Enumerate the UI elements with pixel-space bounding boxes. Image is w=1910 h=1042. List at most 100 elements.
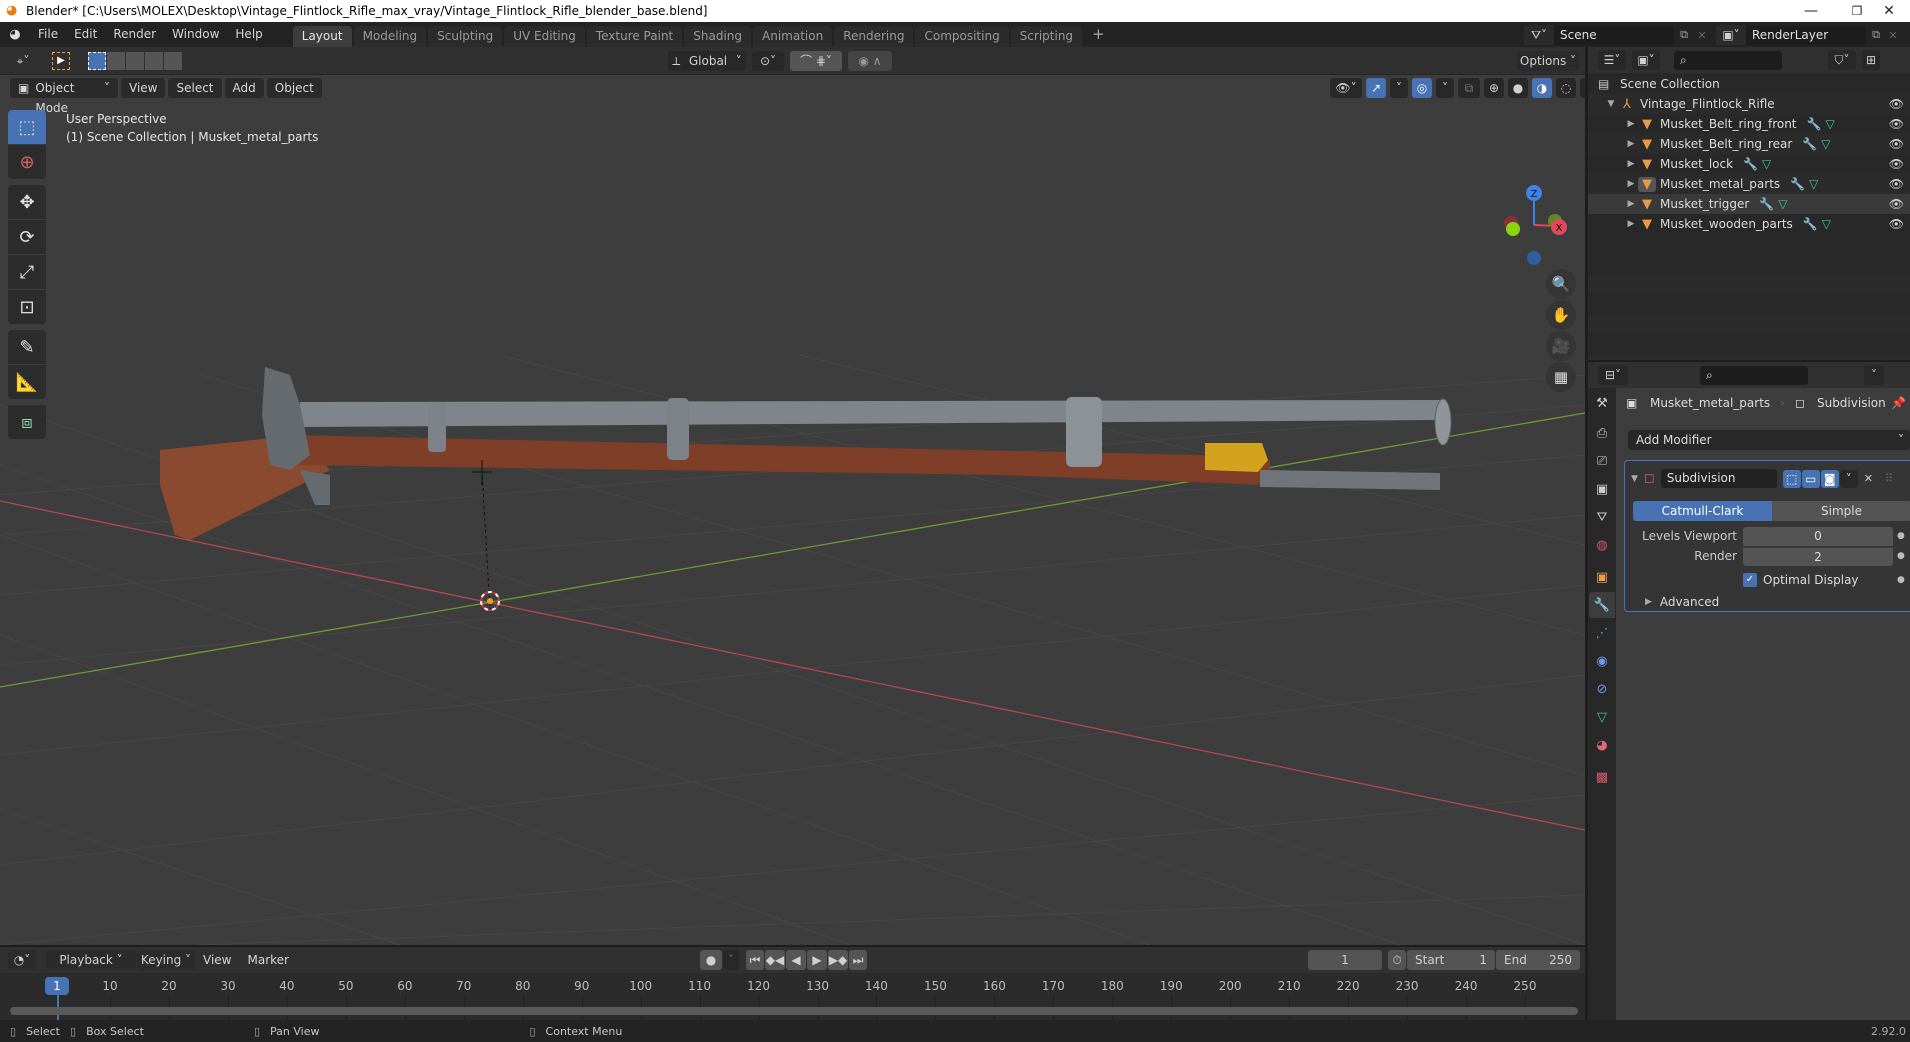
solid-shading-icon[interactable]: ●	[1508, 78, 1528, 98]
tab-scene-icon[interactable]: ⛛	[1589, 504, 1615, 530]
levels-viewport-field[interactable]: 0	[1743, 527, 1893, 546]
zoom-view-icon[interactable]: 🔍	[1546, 269, 1576, 299]
new-scene-icon[interactable]: ⧉	[1674, 28, 1694, 42]
mesh-data-icon[interactable]: ▽	[1825, 117, 1834, 131]
rendered-shading-icon[interactable]: ◌	[1556, 78, 1576, 98]
properties-search-input[interactable]: ⌕	[1700, 365, 1808, 385]
mesh-data-icon[interactable]: ▽	[1778, 197, 1787, 211]
viewport-menu-view[interactable]: View	[121, 77, 166, 98]
outliner-search-input[interactable]: ⌕	[1674, 50, 1782, 70]
tab-texture-paint[interactable]: Texture Paint	[586, 26, 683, 47]
renderlayer-name-field[interactable]: RenderLayer	[1746, 25, 1866, 45]
remove-modifier-icon[interactable]: ✕	[1864, 472, 1873, 485]
checkbox-checked-icon[interactable]: ✓	[1743, 573, 1757, 587]
mode-extend-icon[interactable]	[107, 52, 125, 70]
select-box-tool-icon[interactable]: ⬚	[8, 110, 46, 144]
expand-triangle-icon[interactable]: ▶	[1624, 179, 1638, 189]
menu-edit[interactable]: Edit	[66, 22, 105, 47]
timeline-frame-area[interactable]: 10 20 30 40 50 60 70 80 90 100 110 120 130 140 150 160 1…	[0, 973, 1585, 1022]
properties-options-icon[interactable]: ˅	[1864, 365, 1884, 385]
menu-file[interactable]: File	[30, 22, 66, 47]
scene-browse-icon[interactable]: ⛛˅	[1524, 25, 1554, 45]
mode-subtract-icon[interactable]	[126, 52, 144, 70]
visibility-eye-icon[interactable]: 👁	[1889, 177, 1904, 191]
edit-mode-toggle-icon[interactable]: ⬚	[1782, 469, 1801, 488]
tab-texture-icon[interactable]: ▩	[1589, 764, 1615, 790]
move-tool-icon[interactable]: ✥	[8, 185, 46, 219]
minimize-button[interactable]: —	[1788, 0, 1834, 22]
realtime-toggle-icon[interactable]: ▭	[1801, 469, 1820, 488]
tab-output-icon[interactable]: ⎚	[1589, 448, 1615, 474]
outliner-object-row[interactable]: ▶ ▼ Musket_Belt_ring_rear 🔧 ▽ 👁	[1588, 134, 1910, 154]
modifier-wrench-icon[interactable]: 🔧	[1790, 177, 1805, 191]
delete-view-layer-icon[interactable]: ✕	[1886, 29, 1900, 42]
gizmo-z-neg[interactable]	[1527, 251, 1541, 265]
tab-view-layer-icon[interactable]: ▣	[1589, 476, 1615, 502]
camera-view-icon[interactable]: 🎥	[1546, 331, 1576, 361]
tab-sculpting[interactable]: Sculpting	[428, 26, 503, 47]
properties-editor-type-icon[interactable]: ⊟˅	[1598, 365, 1628, 385]
menu-window[interactable]: Window	[164, 22, 227, 47]
simple-option[interactable]: Simple	[1772, 501, 1910, 521]
outliner-object-row-active[interactable]: ▶ ▼ Musket_metal_parts 🔧 ▽ 👁	[1588, 174, 1910, 194]
transform-tool-icon[interactable]: ⊡	[8, 290, 46, 324]
snap-toggle-icon[interactable]: ⌒ ⋕˅	[790, 51, 842, 71]
shading-dropdown-icon[interactable]: ˅	[1580, 78, 1585, 98]
outliner-scene-collection[interactable]: ▤ Scene Collection	[1588, 74, 1910, 94]
new-collection-icon[interactable]: ⊞	[1862, 50, 1880, 70]
tab-tool-icon[interactable]: ⚒	[1589, 390, 1615, 416]
panel-collapse-icon[interactable]: ▼	[1631, 474, 1638, 484]
mode-new-icon[interactable]	[88, 52, 106, 70]
tab-scripting[interactable]: Scripting	[1010, 26, 1083, 47]
expand-triangle-icon[interactable]: ▶	[1624, 219, 1638, 229]
visibility-eye-icon[interactable]: 👁	[1889, 117, 1904, 131]
viewport-menu-object[interactable]: Object	[266, 77, 322, 98]
outliner-object-row[interactable]: ▶ ▼ Musket_wooden_parts 🔧 ▽ 👁	[1588, 214, 1910, 234]
gizmo-toggle-icon[interactable]: ↗	[1366, 78, 1386, 98]
tab-modifier-icon[interactable]: 🔧	[1589, 592, 1615, 618]
pin-icon[interactable]: 📌	[1891, 396, 1906, 410]
expand-triangle-icon[interactable]: ▶	[1624, 159, 1638, 169]
viewport-menu-select[interactable]: Select	[168, 77, 222, 98]
scale-tool-icon[interactable]: ⤢	[8, 255, 46, 289]
render-levels-field[interactable]: 2	[1743, 547, 1893, 566]
outliner-object-row-selected[interactable]: ▶ ▼ Musket_trigger 🔧 ▽ 👁	[1588, 194, 1910, 214]
add-modifier-dropdown[interactable]: Add Modifier ˅	[1628, 430, 1910, 450]
tab-render-icon[interactable]: ⎙	[1589, 420, 1615, 446]
tab-compositing[interactable]: Compositing	[915, 26, 1009, 47]
tab-animation[interactable]: Animation	[753, 26, 833, 47]
modifier-menu-dropdown[interactable]: ˅	[1839, 469, 1858, 488]
mode-intersect-icon[interactable]	[164, 52, 182, 70]
perspective-toggle-icon[interactable]: ▦	[1546, 362, 1576, 392]
outliner-collection-row[interactable]: ▼ ⅄ Vintage_Flintlock_Rifle 👁	[1588, 94, 1910, 114]
tab-mesh-data-icon[interactable]: ▽	[1589, 704, 1615, 730]
wireframe-shading-icon[interactable]: ⊕	[1484, 78, 1504, 98]
pivot-point-icon[interactable]: ⊙˅	[752, 51, 784, 71]
drag-handle-icon[interactable]: ⠿	[1885, 472, 1893, 485]
expand-triangle-icon[interactable]: ▼	[1604, 99, 1618, 109]
menu-help[interactable]: Help	[227, 22, 270, 47]
mesh-data-icon[interactable]: ▽	[1821, 137, 1830, 151]
scene-name-field[interactable]: Scene	[1554, 25, 1674, 45]
tab-world-icon[interactable]: ◍	[1589, 532, 1615, 558]
visibility-eye-icon[interactable]: 👁	[1889, 157, 1904, 171]
expand-triangle-icon[interactable]: ▶	[1645, 597, 1652, 607]
xray-toggle-icon[interactable]: ⧉	[1458, 78, 1480, 98]
tab-particles-icon[interactable]: ⋰	[1589, 620, 1615, 646]
transform-orientation-dropdown[interactable]: ⟂ Global ˅	[668, 51, 746, 71]
tab-shading[interactable]: Shading	[684, 26, 751, 47]
gizmo-y-neg[interactable]	[1506, 222, 1520, 236]
modifier-wrench-icon[interactable]: 🔧	[1802, 137, 1817, 151]
tab-uv-editing[interactable]: UV Editing	[504, 26, 585, 47]
pan-view-icon[interactable]: ✋	[1546, 300, 1576, 330]
mesh-data-icon[interactable]: ▽	[1809, 177, 1818, 191]
add-workspace-button[interactable]: +	[1084, 22, 1113, 47]
gizmo-dropdown-icon[interactable]: ˅	[1390, 78, 1408, 98]
blender-menu-icon[interactable]: ◕	[0, 27, 30, 42]
outliner-object-row[interactable]: ▶ ▼ Musket_lock 🔧 ▽ 👁	[1588, 154, 1910, 174]
proportional-editing-icon[interactable]: ◉ ∧	[848, 51, 892, 71]
outliner-object-row[interactable]: ▶ ▼ Musket_Belt_ring_front 🔧 ▽ 👁	[1588, 114, 1910, 134]
mesh-data-icon[interactable]: ▽	[1822, 217, 1831, 231]
mode-invert-icon[interactable]	[145, 52, 163, 70]
tab-physics-icon[interactable]: ◉	[1589, 648, 1615, 674]
